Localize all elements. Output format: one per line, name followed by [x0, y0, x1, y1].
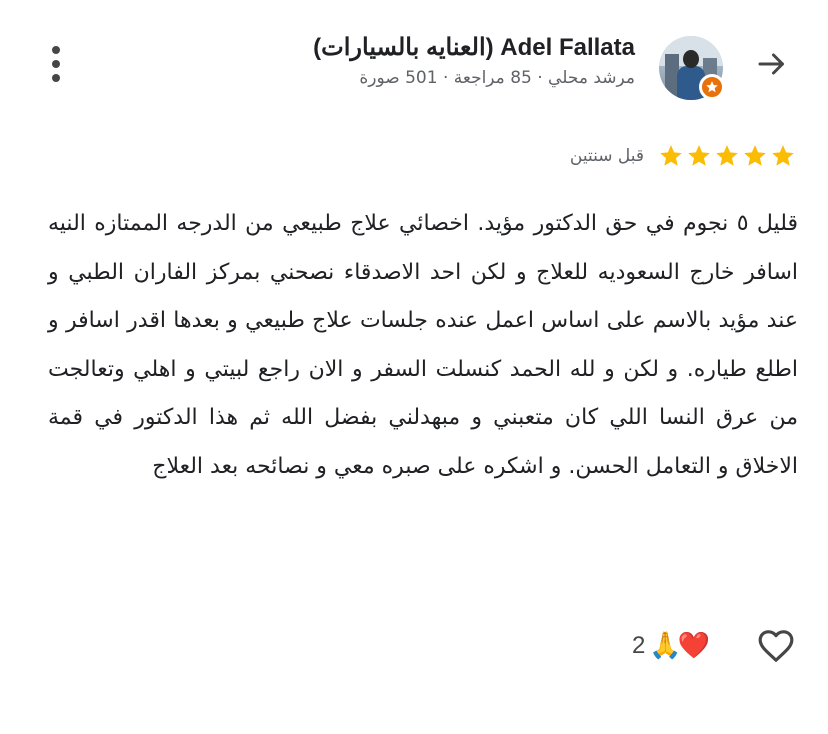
reaction-count: 2: [632, 632, 646, 659]
more-vert-icon: [52, 46, 60, 54]
star-icon: [770, 141, 796, 171]
heart-emoji: ❤️: [677, 631, 711, 661]
more-options-button[interactable]: [36, 40, 76, 88]
star-icon: [686, 141, 712, 171]
local-guide-star-icon: [706, 81, 718, 93]
star-icon: [658, 141, 684, 171]
star-rating: [658, 141, 796, 175]
arrow-icon: [758, 53, 784, 75]
local-guide-badge: [699, 74, 725, 100]
review-text: قليل ٥ نجوم في حق الدكتور مؤيد. اخصائي ع…: [48, 211, 798, 479]
review-card: Adel Fallata (العنايه بالسيارات) مرشد مح…: [0, 0, 828, 734]
back-button[interactable]: [748, 40, 796, 88]
reviewer-meta: مرشد محلي · 85 مراجعة · 501 صورة: [359, 68, 635, 88]
review-date: قبل سنتين: [569, 146, 644, 166]
star-icon: [714, 141, 740, 171]
heart-outline-icon: [758, 630, 794, 662]
like-button[interactable]: [752, 622, 800, 670]
reviewer-name[interactable]: Adel Fallata (العنايه بالسيارات): [313, 33, 635, 62]
reactions-summary[interactable]: 2 🙏 ❤️: [632, 624, 710, 668]
star-icon: [742, 141, 768, 171]
